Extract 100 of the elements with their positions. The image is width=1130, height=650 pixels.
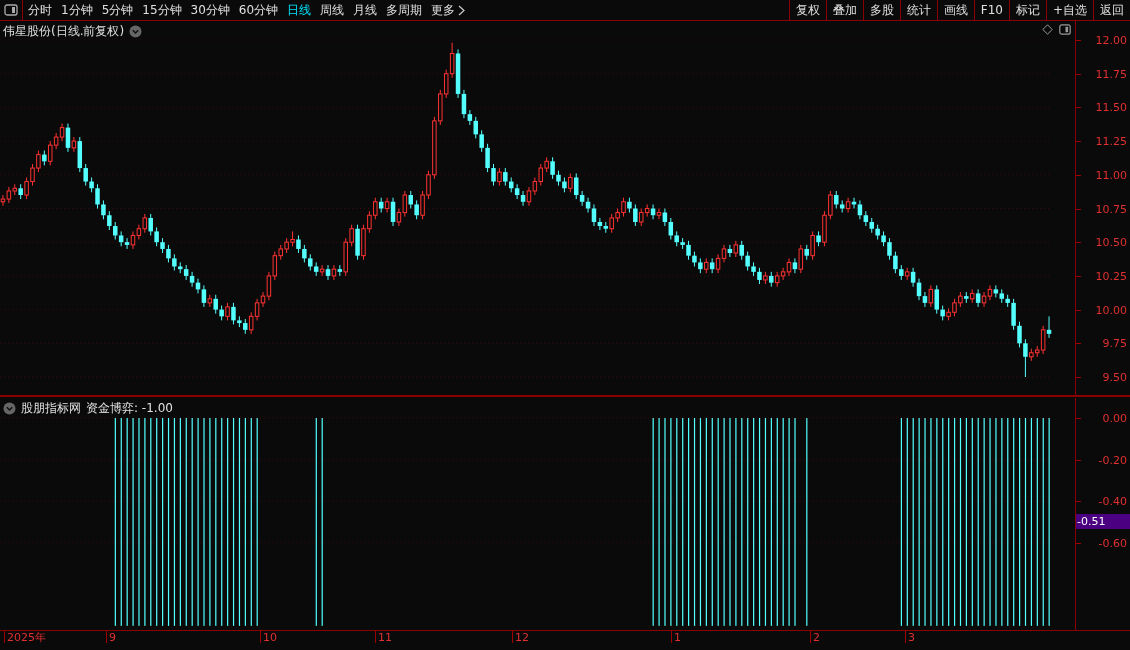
period-tab[interactable]: 日线 — [287, 1, 312, 19]
candlestick — [745, 251, 750, 272]
price-tick-label: 11.00 — [1095, 168, 1127, 182]
indicator-reading: : -1.00 — [134, 400, 173, 417]
chevron-down-icon[interactable] — [3, 401, 16, 415]
candlestick — [331, 264, 337, 281]
candlestick — [201, 284, 207, 308]
candlestick — [579, 190, 585, 207]
toolbar-button[interactable]: 画线 — [936, 0, 974, 20]
diamond-icon[interactable] — [1042, 24, 1053, 35]
period-tab[interactable]: 60分钟 — [238, 1, 279, 19]
chevron-down-icon[interactable] — [129, 24, 143, 38]
toolbar-button[interactable]: 多股 — [862, 0, 900, 20]
series-name: 资金博弈 — [86, 400, 134, 417]
indicator-tick-label: -0.20 — [1098, 453, 1127, 467]
candlestick — [95, 183, 100, 209]
time-axis-label: 9 — [106, 631, 116, 643]
period-tab[interactable]: 30分钟 — [190, 1, 230, 19]
time-axis-label: 3 — [905, 631, 915, 643]
candlestick — [656, 208, 662, 220]
chart-title: 伟星股份(日线.前复权) — [3, 23, 125, 40]
candlestick — [550, 156, 555, 180]
current-value-label: -0.51 — [1076, 514, 1130, 529]
candlestick — [154, 226, 159, 247]
candlestick — [325, 264, 331, 281]
price-tick-label: 10.25 — [1095, 269, 1127, 283]
panel-toggle-icon[interactable] — [4, 4, 18, 16]
toolbar-button[interactable]: +自选 — [1045, 0, 1093, 20]
candlestick — [479, 129, 484, 153]
time-axis-label: 2025年 — [4, 631, 46, 643]
time-axis-label: 1 — [671, 631, 681, 643]
candlestick — [887, 237, 892, 261]
candlestick — [715, 253, 721, 274]
toolbar-button[interactable]: F10 — [973, 0, 1009, 20]
time-axis-label: 2 — [810, 631, 820, 643]
candlestick — [987, 284, 993, 301]
candlestick — [585, 197, 591, 214]
toolbar-button[interactable]: 返回 — [1093, 0, 1130, 20]
candlestick — [1011, 298, 1016, 331]
more-button[interactable]: 更多 — [431, 1, 456, 19]
indicator-tick-label: -0.60 — [1098, 536, 1127, 550]
candlestick — [101, 199, 106, 220]
candlestick — [792, 257, 798, 274]
candlestick — [934, 284, 939, 315]
candlestick — [633, 203, 638, 227]
panel-toggle-icon[interactable] — [1059, 24, 1071, 35]
candlestick — [124, 237, 130, 250]
candlestick — [148, 213, 153, 236]
toolbar-button[interactable]: 标记 — [1008, 0, 1046, 20]
candlestick — [319, 264, 325, 277]
period-tab[interactable]: 5分钟 — [101, 1, 134, 19]
price-tick-label: 10.75 — [1095, 202, 1127, 216]
price-tick-label: 11.50 — [1095, 101, 1127, 115]
period-tab[interactable]: 月线 — [353, 1, 378, 19]
candlestick — [491, 163, 496, 187]
candlestick — [739, 240, 744, 261]
candlestick — [573, 172, 579, 200]
indicator-title: 股朋指标网 — [21, 400, 81, 417]
indicator-tick-label: -0.40 — [1098, 495, 1127, 509]
period-tab[interactable]: 周线 — [320, 1, 345, 19]
candlestick — [514, 183, 520, 200]
price-tick-label: 9.75 — [1102, 337, 1127, 351]
period-tab[interactable]: 多周期 — [386, 1, 423, 19]
candlestick — [798, 244, 804, 274]
candlestick — [71, 136, 77, 153]
price-tick-label: 9.50 — [1102, 371, 1127, 384]
price-tick-label: 11.25 — [1095, 135, 1127, 149]
toolbar-button[interactable]: 叠加 — [825, 0, 863, 20]
candlestick — [1023, 338, 1028, 378]
period-tab[interactable]: 1分钟 — [61, 1, 93, 19]
candlestick — [845, 197, 851, 214]
price-tick-label: 11.75 — [1095, 67, 1127, 81]
candlestick — [857, 199, 863, 220]
price-tick-label: 10.50 — [1095, 236, 1127, 250]
price-tick-label: 12.00 — [1095, 34, 1127, 47]
candlestick — [568, 172, 573, 193]
candlestick — [910, 267, 916, 288]
candlestick — [414, 199, 419, 220]
time-axis-label: 10 — [260, 631, 277, 643]
toolbar-button[interactable]: 统计 — [899, 0, 937, 20]
candlestick — [189, 271, 195, 288]
toolbar-button[interactable]: 复权 — [788, 0, 826, 20]
candlestick — [810, 230, 815, 261]
candlestick — [467, 109, 473, 126]
candlestick — [893, 251, 898, 274]
indicator-tick-label: 0.00 — [1102, 412, 1127, 425]
candlestick — [83, 163, 88, 187]
candlestick — [928, 284, 934, 308]
candlestick — [686, 240, 691, 261]
time-axis-label: 11 — [375, 631, 392, 643]
candlestick — [1017, 321, 1022, 348]
chevron-right-icon[interactable] — [458, 4, 466, 16]
candlestick — [107, 210, 112, 231]
candlestick — [485, 143, 490, 173]
candlestick — [231, 302, 236, 325]
price-tick-label: 10.00 — [1095, 303, 1127, 317]
period-tab[interactable]: 15分钟 — [142, 1, 182, 19]
period-tab[interactable]: 分时 — [28, 1, 52, 19]
candlestick — [520, 190, 526, 207]
time-axis-label: 12 — [512, 631, 529, 643]
